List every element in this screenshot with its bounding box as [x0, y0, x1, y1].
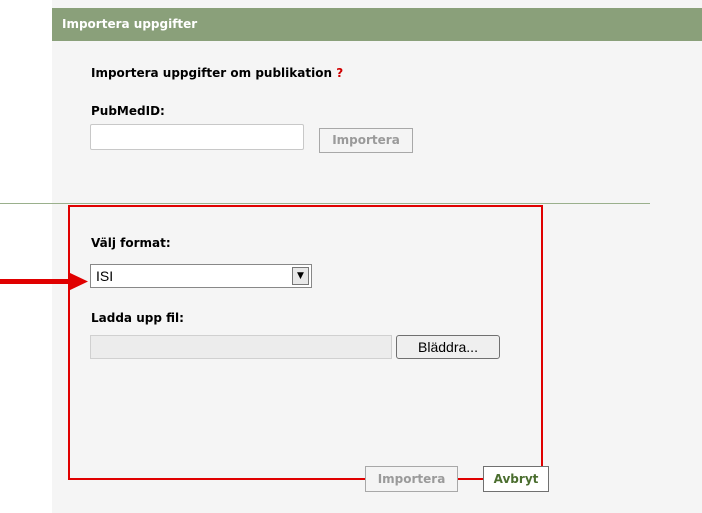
section-divider: [0, 203, 650, 204]
cancel-button[interactable]: Avbryt: [483, 466, 549, 492]
format-selected-value: ISI: [96, 268, 114, 284]
browse-button[interactable]: Bläddra...: [396, 335, 500, 359]
format-label: Välj format:: [91, 236, 171, 250]
file-import-button[interactable]: Importera: [365, 466, 458, 492]
upload-label: Ladda upp fil:: [91, 311, 184, 325]
help-icon[interactable]: ?: [336, 66, 343, 80]
pubmed-input[interactable]: [90, 124, 304, 150]
pubmed-label: PubMedID:: [91, 104, 165, 118]
file-path-field[interactable]: [90, 335, 392, 359]
pubmed-heading-text: Importera uppgifter om publikation: [91, 66, 332, 80]
pubmed-section-heading: Importera uppgifter om publikation ?: [91, 66, 343, 80]
pubmed-import-button[interactable]: Importera: [319, 128, 413, 153]
chevron-down-icon[interactable]: ▼: [292, 267, 309, 285]
format-select[interactable]: ISI ▼: [90, 264, 312, 288]
dialog-title: Importera uppgifter: [52, 8, 702, 41]
red-arrow-icon: [0, 272, 88, 291]
